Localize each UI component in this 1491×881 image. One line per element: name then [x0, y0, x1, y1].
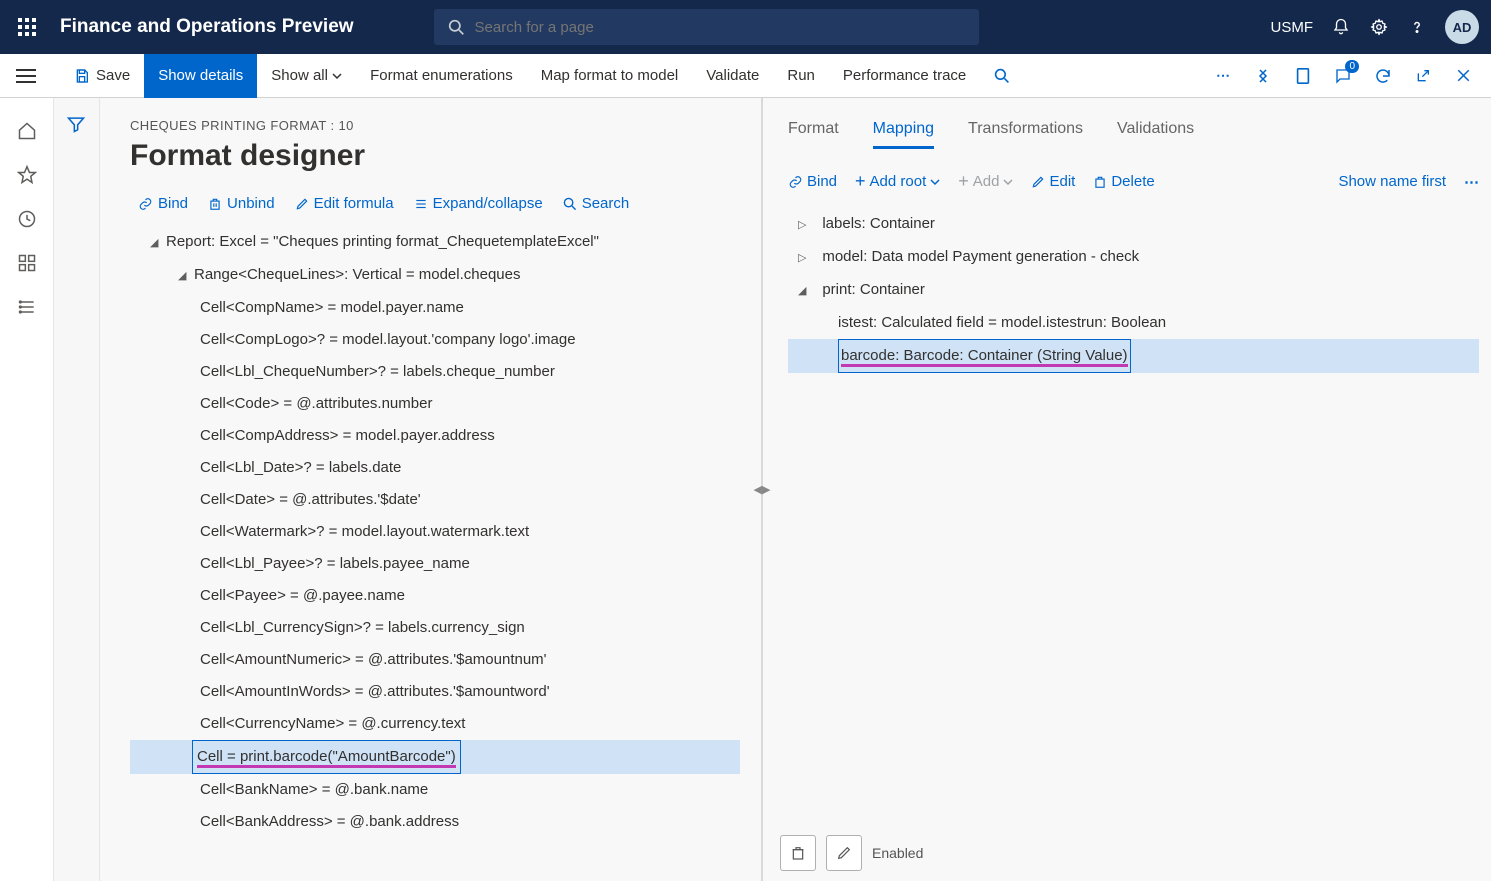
popout-icon[interactable]	[1413, 66, 1433, 86]
refresh-icon[interactable]	[1373, 66, 1393, 86]
tab-mapping[interactable]: Mapping	[873, 120, 934, 149]
tree-cell-row[interactable]: Cell<CompAddress> = model.payer.address	[130, 420, 740, 452]
mapping-istest-node[interactable]: istest: Calculated field = model.istestr…	[788, 307, 1479, 339]
edit-property-button[interactable]	[826, 835, 862, 871]
user-avatar[interactable]: AD	[1445, 10, 1479, 44]
mapping-model-node[interactable]: ▷ model: Data model Payment generation -…	[788, 241, 1479, 274]
splitter[interactable]: ◀▶	[758, 98, 766, 881]
tree-cell-row[interactable]: Cell<Code> = @.attributes.number	[130, 388, 740, 420]
search-input[interactable]	[475, 19, 965, 36]
waffle-icon[interactable]	[12, 12, 42, 42]
format-enumerations-button[interactable]: Format enumerations	[356, 54, 527, 98]
notifications-icon[interactable]: 0	[1333, 66, 1353, 86]
bell-icon[interactable]	[1331, 17, 1351, 37]
tree-cell-row[interactable]: Cell<Lbl_ChequeNumber>? = labels.cheque_…	[130, 356, 740, 388]
recent-icon[interactable]	[16, 208, 38, 230]
close-icon[interactable]	[1453, 66, 1473, 86]
tree-toolbar: Bind Unbind Edit formula Expand/collapse…	[130, 195, 750, 212]
tree-cell-row[interactable]: Cell<AmountInWords> = @.attributes.'$amo…	[130, 676, 740, 708]
edit-formula-button[interactable]: Edit formula	[295, 195, 394, 212]
app-title: Finance and Operations Preview	[60, 16, 354, 38]
tree-root[interactable]: ◢Report: Excel = "Cheques printing forma…	[130, 226, 740, 259]
tree-cell-row[interactable]: Cell<Payee> = @.payee.name	[130, 580, 740, 612]
tree-cell-row[interactable]: Cell<Lbl_Date>? = labels.date	[130, 452, 740, 484]
tree-cell-row[interactable]: Cell<Date> = @.attributes.'$date'	[130, 484, 740, 516]
modules-icon[interactable]	[16, 296, 38, 318]
filter-bar	[54, 98, 100, 881]
show-details-button[interactable]: Show details	[144, 54, 257, 98]
delete-button[interactable]: Delete	[1093, 173, 1154, 190]
mapping-print-node[interactable]: ◢ print: Container	[788, 274, 1479, 307]
tree-cell-row[interactable]: Cell<Lbl_Payee>? = labels.payee_name	[130, 548, 740, 580]
tab-transformations[interactable]: Transformations	[968, 120, 1083, 149]
tree-cell-row[interactable]: Cell<CompName> = model.payer.name	[130, 292, 740, 324]
right-tabs: Format Mapping Transformations Validatio…	[788, 120, 1479, 149]
app-header: Finance and Operations Preview USMF AD	[0, 0, 1491, 54]
tree-search-button[interactable]: Search	[563, 195, 630, 212]
tree-cell-row[interactable]: Cell<Lbl_CurrencySign>? = labels.currenc…	[130, 612, 740, 644]
help-icon[interactable]	[1407, 17, 1427, 37]
attach-icon[interactable]	[1253, 66, 1273, 86]
enabled-label: Enabled	[872, 845, 923, 861]
run-button[interactable]: Run	[773, 54, 829, 98]
filter-icon[interactable]	[66, 114, 88, 136]
hamburger-icon[interactable]	[16, 68, 36, 84]
bottom-bar: Enabled	[780, 835, 1481, 871]
bind-button[interactable]: Bind	[138, 195, 188, 212]
mapping-labels-node[interactable]: ▷ labels: Container	[788, 208, 1479, 241]
add-root-button[interactable]: +Add root	[855, 171, 940, 192]
command-bar: Save Show details Show all Format enumer…	[0, 54, 1491, 98]
show-all-button[interactable]: Show all	[257, 54, 356, 98]
page-title: Format designer	[130, 139, 750, 173]
breadcrumb: CHEQUES PRINTING FORMAT : 10	[130, 118, 750, 133]
office-icon[interactable]	[1293, 66, 1313, 86]
workspaces-icon[interactable]	[16, 252, 38, 274]
tree-cell-row[interactable]: Cell = print.barcode("AmountBarcode")	[130, 740, 740, 774]
global-search[interactable]	[434, 9, 979, 45]
mapping-pane: Format Mapping Transformations Validatio…	[766, 98, 1491, 881]
tree-range[interactable]: ◢Range<ChequeLines>: Vertical = model.ch…	[130, 259, 740, 292]
tab-format[interactable]: Format	[788, 120, 839, 149]
gear-icon[interactable]	[1369, 17, 1389, 37]
tree-cell-row[interactable]: Cell<CurrencyName> = @.currency.text	[130, 708, 740, 740]
format-tree[interactable]: ◢Report: Excel = "Cheques printing forma…	[130, 226, 750, 881]
add-button: +Add	[958, 171, 1013, 192]
star-icon[interactable]	[16, 164, 38, 186]
more-icon[interactable]: ⋯	[1213, 66, 1233, 86]
mapping-bind-button[interactable]: Bind	[788, 173, 837, 190]
tree-cell-row[interactable]: Cell<Watermark>? = model.layout.watermar…	[130, 516, 740, 548]
map-format-button[interactable]: Map format to model	[527, 54, 693, 98]
tree-cell-row[interactable]: Cell<BankAddress> = @.bank.address	[130, 806, 740, 838]
toolbar-search-icon[interactable]	[980, 54, 1024, 98]
mapping-more-icon[interactable]: ⋯	[1464, 173, 1479, 191]
format-tree-pane: CHEQUES PRINTING FORMAT : 10 Format desi…	[100, 98, 758, 881]
expand-collapse-button[interactable]: Expand/collapse	[414, 195, 543, 212]
home-icon[interactable]	[16, 120, 38, 142]
tab-validations[interactable]: Validations	[1117, 120, 1194, 149]
tree-cell-row[interactable]: Cell<AmountNumeric> = @.attributes.'$amo…	[130, 644, 740, 676]
performance-trace-button[interactable]: Performance trace	[829, 54, 980, 98]
mapping-toolbar: Bind +Add root +Add Edit Delete Show nam…	[788, 171, 1479, 192]
tree-cell-row[interactable]: Cell<CompLogo>? = model.layout.'company …	[130, 324, 740, 356]
main-content: CHEQUES PRINTING FORMAT : 10 Format desi…	[100, 98, 1491, 881]
delete-property-button[interactable]	[780, 835, 816, 871]
unbind-button[interactable]: Unbind	[208, 195, 275, 212]
tree-cell-row[interactable]: Cell<BankName> = @.bank.name	[130, 774, 740, 806]
save-button[interactable]: Save	[60, 54, 144, 98]
nav-rail	[0, 98, 54, 881]
validate-button[interactable]: Validate	[692, 54, 773, 98]
mapping-barcode-node[interactable]: barcode: Barcode: Container (String Valu…	[788, 339, 1479, 373]
mapping-tree[interactable]: ▷ labels: Container ▷ model: Data model …	[788, 208, 1479, 373]
show-name-first-button[interactable]: Show name first	[1338, 173, 1446, 190]
company-label[interactable]: USMF	[1271, 19, 1314, 36]
edit-button[interactable]: Edit	[1031, 173, 1075, 190]
